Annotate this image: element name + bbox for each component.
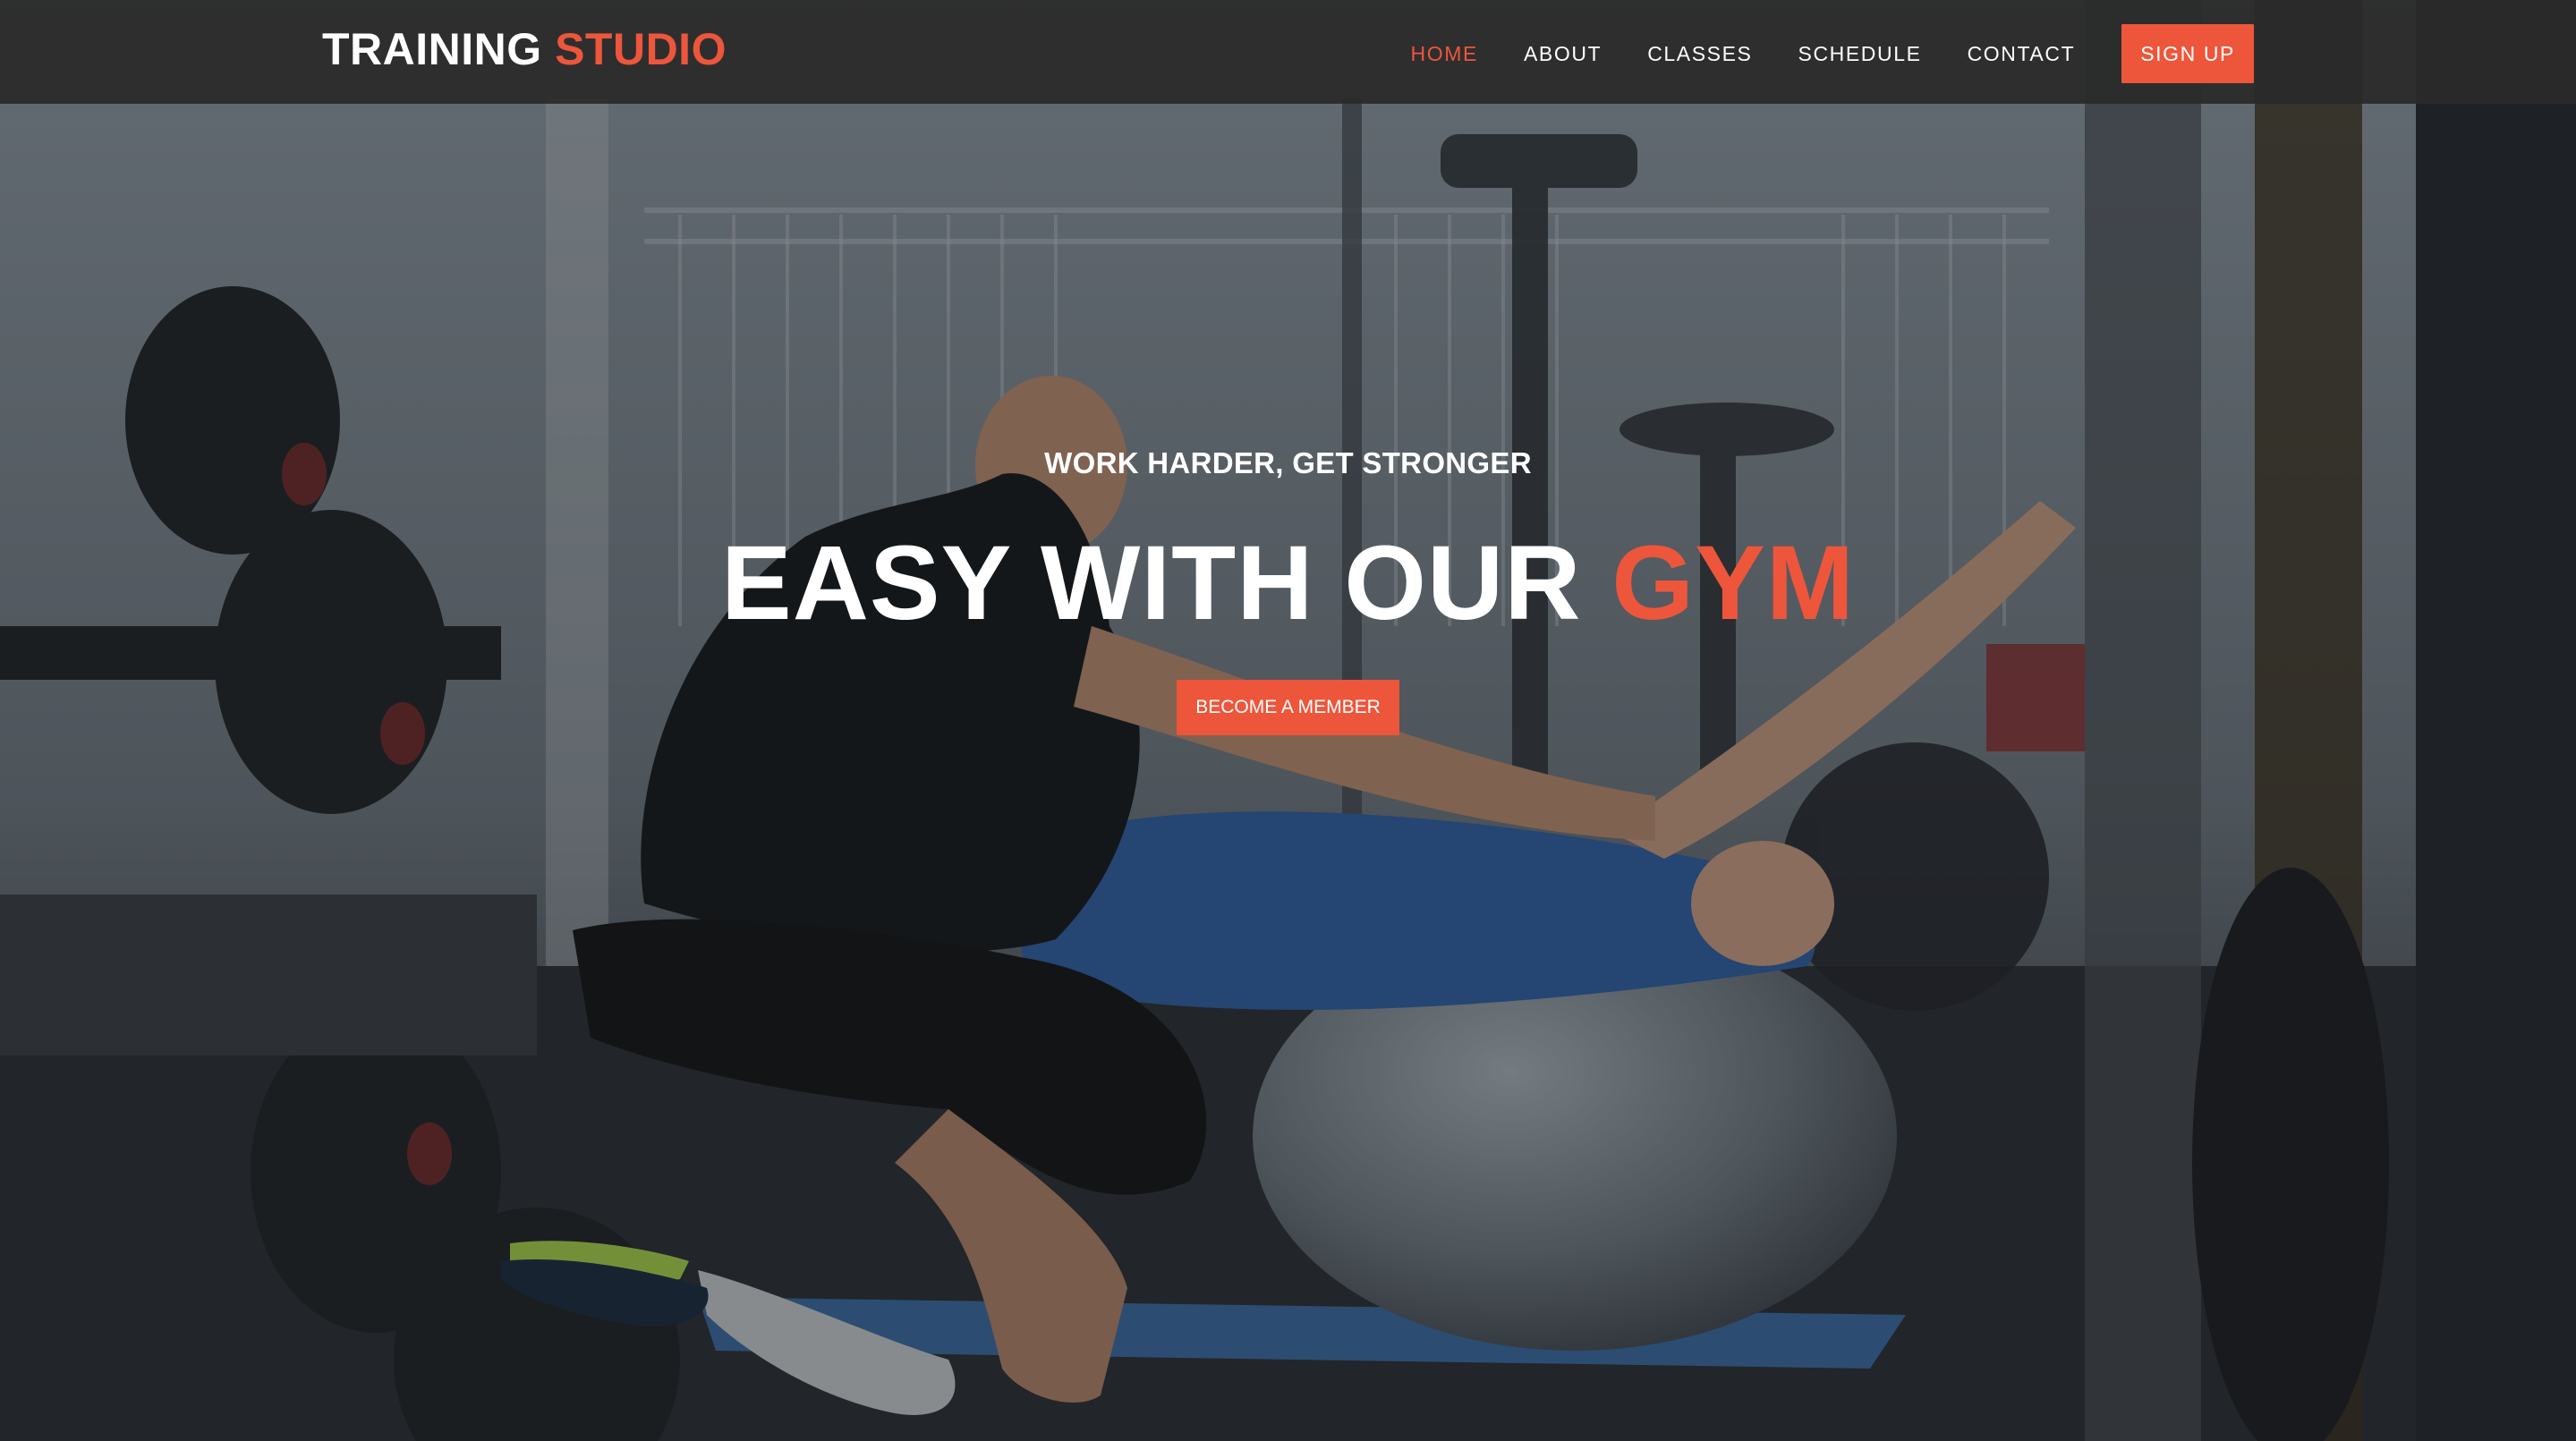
- nav-item-contact[interactable]: CONTACT: [1968, 40, 2076, 67]
- site-logo[interactable]: TRAINING STUDIO: [322, 21, 727, 77]
- site-header: TRAINING STUDIO HOME ABOUT CLASSES SCHED…: [0, 0, 2576, 104]
- logo-accent-text: STUDIO: [555, 24, 727, 74]
- hero-headline: EASY WITH OUR GYM: [0, 521, 2576, 646]
- nav-item-schedule[interactable]: SCHEDULE: [1798, 40, 1922, 67]
- logo-primary-text: TRAINING: [322, 24, 542, 74]
- page: TRAINING STUDIO HOME ABOUT CLASSES SCHED…: [0, 0, 2576, 1441]
- headline-accent-text: GYM: [1611, 524, 1856, 642]
- sign-up-button[interactable]: SIGN UP: [2121, 24, 2254, 83]
- nav-item-about[interactable]: ABOUT: [1524, 40, 1602, 67]
- headline-main-text: EASY WITH OUR: [720, 524, 1582, 642]
- nav-item-classes[interactable]: CLASSES: [1647, 40, 1752, 67]
- nav-item-home[interactable]: HOME: [1411, 40, 1478, 67]
- hero-subtitle: WORK HARDER, GET STRONGER: [1044, 446, 1532, 479]
- become-member-button[interactable]: BECOME A MEMBER: [1177, 680, 1399, 735]
- main-nav: HOME ABOUT CLASSES SCHEDULE CONTACT SIGN…: [1365, 24, 2254, 83]
- hero-caption: WORK HARDER, GET STRONGER EASY WITH OUR …: [0, 438, 2576, 735]
